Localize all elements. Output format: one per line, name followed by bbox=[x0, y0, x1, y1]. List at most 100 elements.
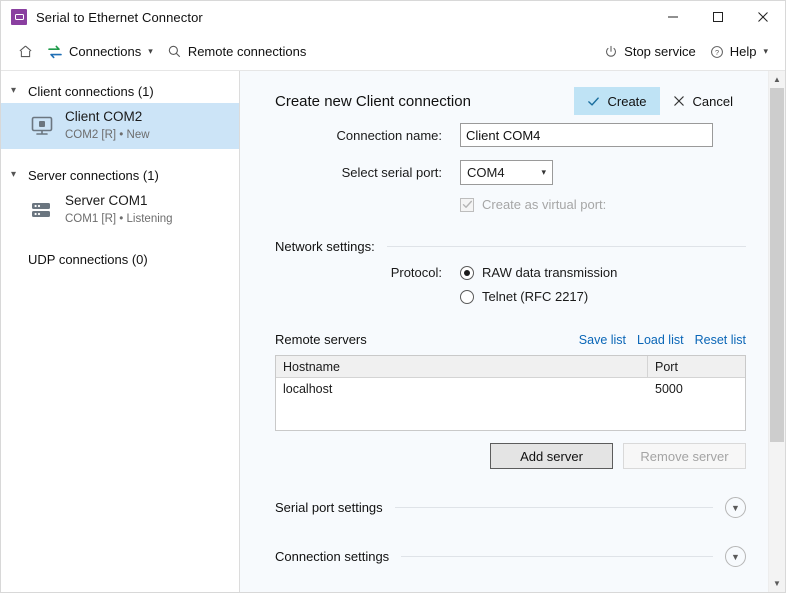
check-icon bbox=[462, 199, 473, 210]
chevron-down-icon: ▾ bbox=[11, 170, 25, 180]
stop-service-label: Stop service bbox=[624, 44, 696, 59]
connection-settings-section[interactable]: Connection settings ▼ bbox=[275, 546, 746, 567]
cell-port: 5000 bbox=[648, 382, 745, 396]
toolbar: Connections ▾ Remote connections Stop se… bbox=[1, 33, 785, 70]
protocol-label: Protocol: bbox=[275, 265, 460, 280]
virtual-port-checkbox bbox=[460, 198, 474, 212]
sidebar: ▾ Client connections (1) Client COM2 COM… bbox=[1, 71, 240, 592]
remove-server-button: Remove server bbox=[623, 443, 746, 469]
create-button[interactable]: Create bbox=[574, 87, 660, 115]
help-menu[interactable]: ? Help ▾ bbox=[703, 38, 775, 66]
protocol-group: Protocol: RAW data transmission Telnet (… bbox=[275, 265, 746, 304]
close-button[interactable] bbox=[740, 1, 785, 33]
section-divider bbox=[401, 556, 713, 557]
cell-hostname: localhost bbox=[276, 382, 648, 396]
sidebar-item-name: Client COM2 bbox=[65, 109, 150, 126]
connections-label: Connections bbox=[69, 44, 141, 59]
save-list-link[interactable]: Save list bbox=[579, 333, 626, 347]
sidebar-item-name: Server COM1 bbox=[65, 193, 173, 210]
check-icon bbox=[587, 95, 600, 108]
remote-servers-links: Save list Load list Reset list bbox=[579, 333, 746, 347]
toolbar-right-group: Stop service ? Help ▾ bbox=[597, 33, 775, 70]
add-server-label: Add server bbox=[520, 449, 583, 464]
serial-port-select[interactable]: COM4 ▾ bbox=[460, 160, 553, 185]
close-icon bbox=[757, 11, 769, 23]
sidebar-item-status: COM1 [R] • Listening bbox=[65, 212, 173, 226]
remote-servers-label: Remote servers bbox=[275, 332, 367, 347]
stop-service-button[interactable]: Stop service bbox=[597, 38, 703, 66]
scrollbar-thumb[interactable] bbox=[770, 88, 784, 442]
app-window-icon bbox=[11, 9, 27, 25]
reset-list-link[interactable]: Reset list bbox=[695, 333, 746, 347]
home-icon bbox=[18, 44, 33, 59]
help-label: Help bbox=[730, 44, 757, 59]
sidebar-group-label: Client connections (1) bbox=[28, 84, 154, 99]
home-button[interactable] bbox=[11, 38, 40, 66]
connections-menu[interactable]: Connections ▾ bbox=[40, 38, 160, 66]
column-header-hostname[interactable]: Hostname bbox=[276, 356, 648, 377]
sidebar-group-label: UDP connections (0) bbox=[28, 252, 148, 267]
connection-name-input[interactable] bbox=[460, 123, 713, 147]
virtual-port-label: Create as virtual port: bbox=[482, 197, 606, 212]
sidebar-group-server-connections[interactable]: ▾ Server connections (1) bbox=[1, 163, 239, 187]
sidebar-group-udp-connections[interactable]: UDP connections (0) bbox=[1, 247, 239, 271]
serial-port-settings-section[interactable]: Serial port settings ▼ bbox=[275, 497, 746, 518]
window-controls bbox=[650, 1, 785, 33]
remove-server-label: Remove server bbox=[640, 449, 728, 464]
monitor-icon bbox=[29, 114, 55, 138]
maximize-button[interactable] bbox=[695, 1, 740, 33]
connection-name-label: Connection name: bbox=[275, 128, 460, 143]
radio-raw-label: RAW data transmission bbox=[482, 265, 617, 280]
help-circle-icon: ? bbox=[710, 45, 724, 59]
chevron-down-icon: ▾ bbox=[541, 167, 546, 178]
scroll-down-button[interactable]: ▼ bbox=[769, 575, 785, 592]
remote-connections-label: Remote connections bbox=[188, 44, 307, 59]
table-row[interactable]: localhost 5000 bbox=[276, 378, 745, 399]
sidebar-item-server-com1[interactable]: Server COM1 COM1 [R] • Listening bbox=[1, 187, 239, 233]
window-title: Serial to Ethernet Connector bbox=[36, 10, 203, 25]
remote-servers-header: Remote servers Save list Load list Reset… bbox=[275, 332, 746, 347]
protocol-option-raw[interactable]: Protocol: RAW data transmission bbox=[275, 265, 746, 280]
remote-servers-table: Hostname Port localhost 5000 bbox=[275, 355, 746, 431]
sidebar-item-status: COM2 [R] • New bbox=[65, 128, 150, 142]
chevron-down-icon: ▾ bbox=[148, 47, 153, 56]
close-icon bbox=[673, 95, 685, 107]
serial-port-value: COM4 bbox=[467, 165, 505, 180]
sidebar-item-client-com2[interactable]: Client COM2 COM2 [R] • New bbox=[1, 103, 239, 149]
select-serial-port-label: Select serial port: bbox=[275, 165, 460, 180]
minimize-icon bbox=[667, 11, 679, 23]
cancel-button-label: Cancel bbox=[693, 94, 733, 109]
chevron-down-icon[interactable]: ▼ bbox=[725, 497, 746, 518]
remote-connections-button[interactable]: Remote connections bbox=[160, 38, 314, 66]
serial-port-settings-label: Serial port settings bbox=[275, 500, 383, 515]
connection-settings-label: Connection settings bbox=[275, 549, 389, 564]
create-button-label: Create bbox=[608, 94, 647, 109]
protocol-option-telnet[interactable]: Telnet (RFC 2217) bbox=[275, 289, 746, 304]
section-divider bbox=[387, 246, 746, 247]
serial-port-row: Select serial port: COM4 ▾ bbox=[275, 160, 746, 185]
column-header-port[interactable]: Port bbox=[648, 356, 745, 377]
maximize-icon bbox=[712, 11, 724, 23]
exchange-arrows-icon bbox=[47, 44, 63, 60]
radio-telnet[interactable] bbox=[460, 290, 474, 304]
cancel-button[interactable]: Cancel bbox=[660, 87, 746, 115]
server-buttons: Add server Remove server bbox=[275, 443, 746, 469]
header-actions: Create Cancel bbox=[574, 87, 747, 115]
radio-raw[interactable] bbox=[460, 266, 474, 280]
window-body: ▾ Client connections (1) Client COM2 COM… bbox=[1, 70, 785, 592]
server-rack-icon bbox=[29, 198, 55, 222]
load-list-link[interactable]: Load list bbox=[637, 333, 684, 347]
panel-header: Create new Client connection Create bbox=[240, 71, 768, 110]
network-settings-label: Network settings: bbox=[275, 239, 375, 254]
connection-form: Connection name: Select serial port: COM… bbox=[240, 123, 768, 567]
scroll-up-button[interactable]: ▲ bbox=[769, 71, 785, 88]
vertical-scrollbar[interactable]: ▲ ▼ bbox=[768, 71, 785, 592]
chevron-down-icon: ▾ bbox=[11, 86, 25, 96]
connection-name-row: Connection name: bbox=[275, 123, 746, 147]
application-window: Serial to Ethernet Connector bbox=[0, 0, 786, 593]
chevron-down-icon[interactable]: ▼ bbox=[725, 546, 746, 567]
minimize-button[interactable] bbox=[650, 1, 695, 33]
add-server-button[interactable]: Add server bbox=[490, 443, 613, 469]
sidebar-group-client-connections[interactable]: ▾ Client connections (1) bbox=[1, 79, 239, 103]
radio-telnet-label: Telnet (RFC 2217) bbox=[482, 289, 588, 304]
